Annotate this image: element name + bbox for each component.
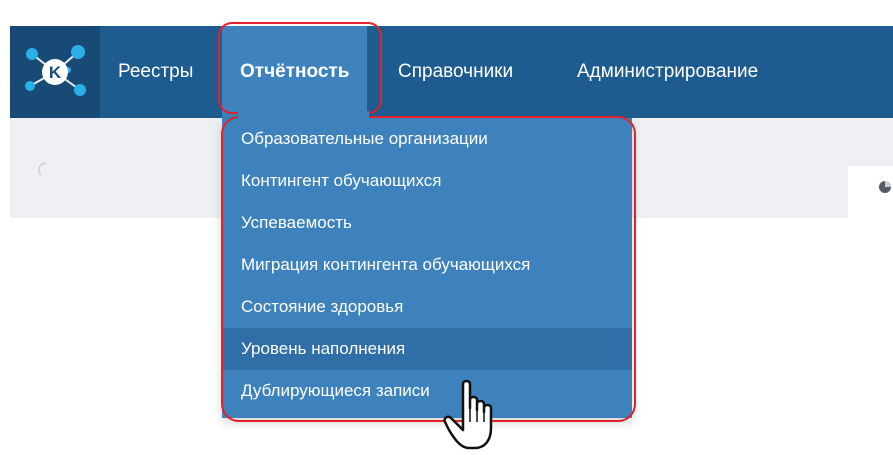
nav-registries[interactable]: Реестры (118, 26, 193, 118)
menu-item-occupancy-level[interactable]: Уровень наполнения (222, 328, 632, 370)
menu-item-duplicate-records[interactable]: Дублирующиеся записи (222, 370, 632, 412)
nav-administration[interactable]: Администрирование (577, 26, 758, 118)
hand-pointer-icon (443, 379, 493, 450)
menu-item-academic-performance[interactable]: Успеваемость (222, 202, 632, 244)
pie-chart-icon[interactable] (878, 180, 892, 194)
menu-item-health-status[interactable]: Состояние здоровья (222, 286, 632, 328)
menu-item-educational-organizations[interactable]: Образовательные организации (222, 118, 632, 160)
menu-item-contingent-migration[interactable]: Миграция контингента обучающихся (222, 244, 632, 286)
top-navbar: K Реестры Отчётность Справочники Админис… (10, 26, 893, 118)
content-panel (848, 166, 893, 218)
nav-directories[interactable]: Справочники (398, 26, 513, 118)
logo-letter: K (49, 63, 62, 82)
nav-reports[interactable]: Отчётность (222, 26, 368, 118)
loading-spinner-icon (38, 162, 47, 176)
menu-item-student-contingent[interactable]: Контингент обучающихся (222, 160, 632, 202)
app-logo[interactable]: K (10, 26, 100, 118)
reports-dropdown-menu: Образовательные организации Контингент о… (222, 118, 632, 418)
network-logo-icon: K (25, 45, 86, 96)
